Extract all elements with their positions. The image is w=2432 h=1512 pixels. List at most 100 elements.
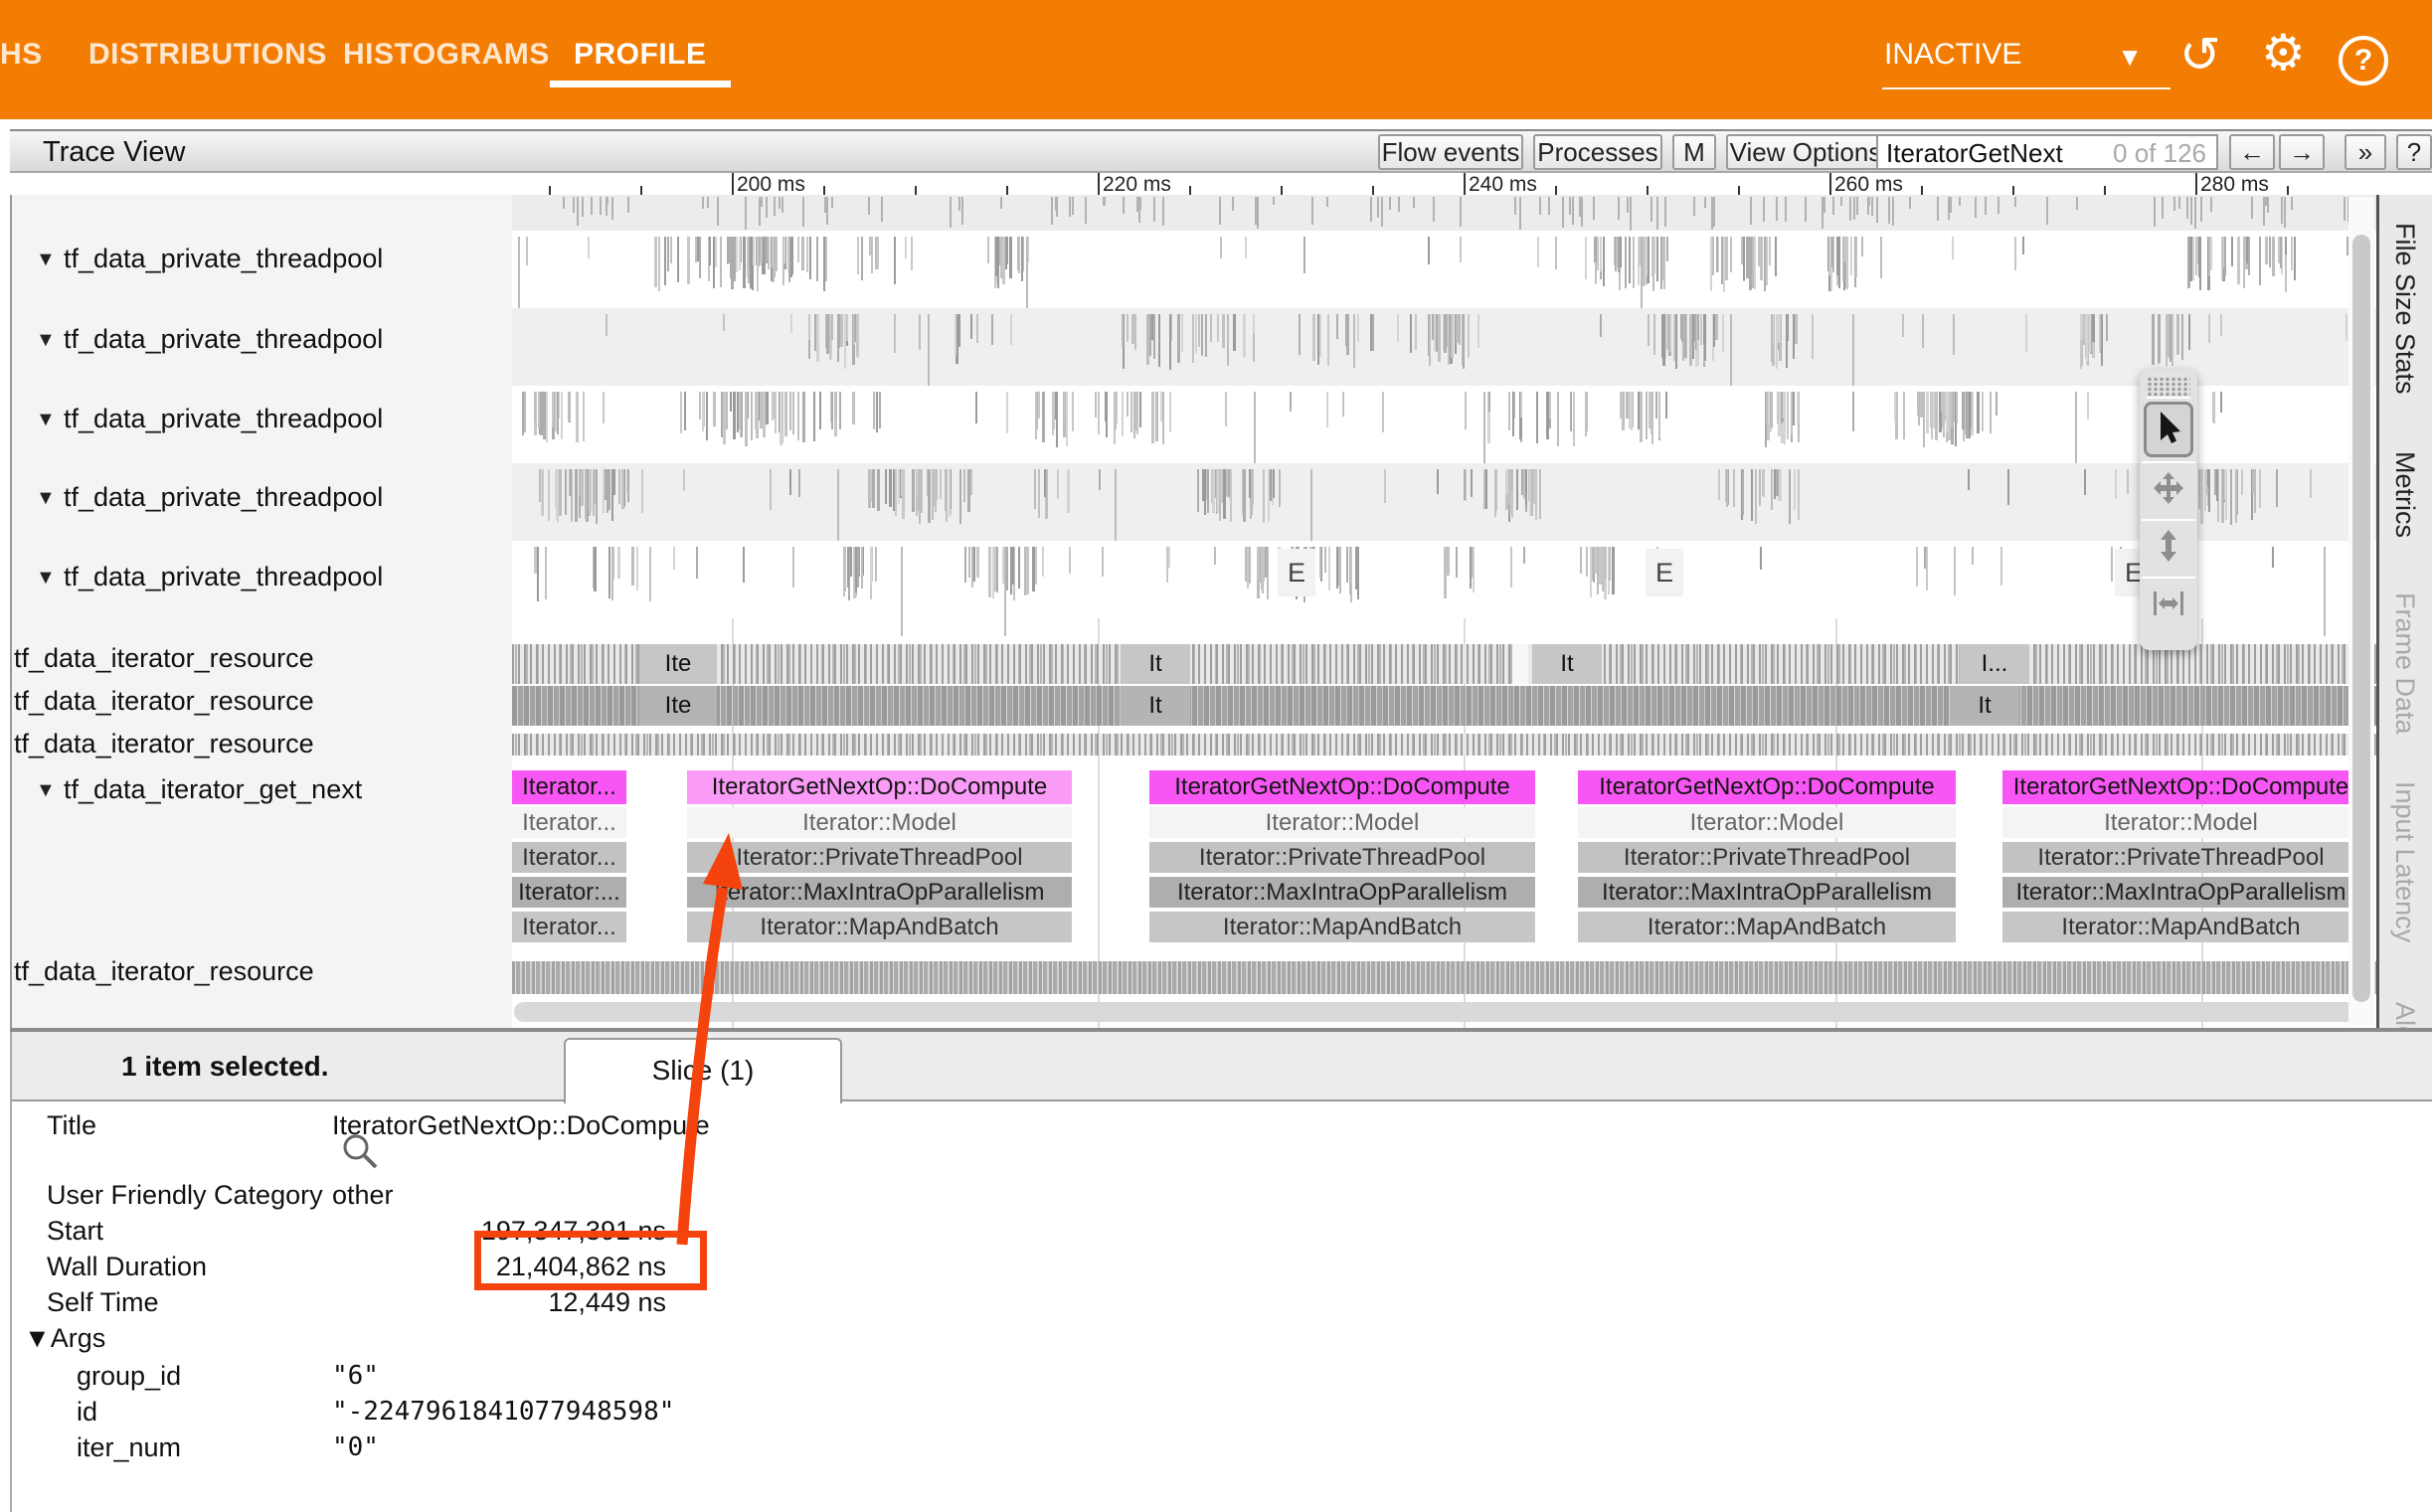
slice-model[interactable]: Iterator::Model [1578, 807, 1956, 838]
expander-triangle-icon[interactable]: ▼ [36, 567, 56, 589]
slice-do-compute[interactable]: IteratorGetNextOp::DoCompute [2002, 770, 2359, 804]
track-label-tf_data_private_threadpool[interactable]: tf_data_private_threadpool [64, 324, 383, 355]
iterator-resource-row[interactable] [512, 686, 2376, 726]
resource-slice-label[interactable]: I... [1960, 644, 2029, 684]
resource-slice-label[interactable]: It [1950, 686, 2019, 726]
slice-model[interactable]: Iterator::Model [687, 807, 1072, 838]
detail-value-self-time: 12,449 ns [332, 1287, 666, 1318]
expander-triangle-icon[interactable]: ▼ [36, 779, 56, 802]
more-button[interactable]: » [2345, 134, 2386, 170]
args-toggle[interactable]: ▼Args [24, 1323, 105, 1354]
palette-drag-handle[interactable] [2147, 377, 2190, 399]
iterator-resource-row[interactable] [512, 734, 2376, 756]
slice-private-thread-pool[interactable]: Iterator::PrivateThreadPool [1149, 842, 1535, 873]
vertical-scrollbar-thumb[interactable] [2352, 235, 2370, 1002]
timing-tool-button[interactable] [2142, 577, 2195, 632]
toolbar-button-view-options[interactable]: View Options [1726, 134, 1885, 170]
slice-max-intra-op[interactable]: Iterator::MaxIntraOpParallelism [1578, 877, 1956, 908]
slice-max-intra-op[interactable]: Iterator::MaxIntraOpParallelism [1149, 877, 1535, 908]
expander-triangle-icon[interactable]: ▼ [36, 329, 56, 352]
slice-private-thread-pool[interactable]: Iterator::PrivateThreadPool [2002, 842, 2359, 873]
vertical-scrollbar[interactable] [2348, 197, 2374, 1026]
trace-event-tick [1429, 314, 1431, 366]
slice-do-compute[interactable]: IteratorGetNextOp::DoCompute [1149, 770, 1535, 804]
track-label-tf_data_iterator_get_next[interactable]: tf_data_iterator_get_next [64, 774, 362, 805]
trace-event-tick [548, 469, 550, 521]
resource-slice-label[interactable]: Ite [639, 686, 717, 726]
run-selector[interactable]: INACTIVE ▼ [1882, 30, 2171, 89]
track-label-tf_data_private_threadpool[interactable]: tf_data_private_threadpool [64, 562, 383, 592]
timeline-canvas[interactable]: EEEIteItItI...IteItItIterator...Iterator… [512, 195, 2376, 1028]
iterator-resource-row[interactable] [512, 644, 2376, 684]
top-tab-histograms[interactable]: HISTOGRAMS [343, 38, 550, 72]
expander-triangle-icon[interactable]: ▼ [36, 487, 56, 510]
prev-match-button[interactable]: ← [2229, 134, 2275, 170]
resource-slice-label[interactable]: It [1121, 686, 1190, 726]
settings-gear-icon[interactable]: ⚙ [2255, 22, 2312, 84]
slice-map-and-batch[interactable]: Iterator... [512, 912, 626, 942]
resource-slice-label[interactable]: It [1121, 644, 1190, 684]
iterator-resource-row[interactable] [512, 961, 2376, 994]
track-label-tf_data_private_threadpool[interactable]: tf_data_private_threadpool [64, 244, 383, 274]
top-tab-hs[interactable]: HS [0, 38, 43, 72]
track-label-tf_data_private_threadpool[interactable]: tf_data_private_threadpool [64, 404, 383, 434]
resource-slice-label[interactable]: Ite [639, 644, 717, 684]
toolbar-button-m[interactable]: M [1672, 134, 1716, 170]
trace-event-tick [1573, 392, 1575, 446]
trace-event-tick [1217, 314, 1219, 342]
trace-event-tick [1603, 237, 1605, 286]
slice-map-and-batch[interactable]: Iterator::MapAndBatch [1578, 912, 1956, 942]
event-marker-e[interactable]: E [1646, 549, 1683, 596]
slice-do-compute[interactable]: IteratorGetNextOp::DoCompute [1578, 770, 1956, 804]
trace-event-tick [2345, 314, 2347, 341]
toolbar-button-flow-events[interactable]: Flow events [1378, 134, 1523, 170]
event-marker-e[interactable]: E [1278, 549, 1315, 596]
trace-event-tick [1590, 547, 1592, 597]
slice-model[interactable]: Iterator::Model [1149, 807, 1535, 838]
expander-triangle-icon[interactable]: ▼ [36, 249, 56, 271]
slice-private-thread-pool[interactable]: Iterator::PrivateThreadPool [1578, 842, 1956, 873]
slice-model[interactable]: Iterator::Model [2002, 807, 2359, 838]
trace-event-tick [813, 392, 815, 441]
slice-do-compute[interactable]: IteratorGetNextOp::DoCompute [687, 770, 1072, 804]
horizontal-scrollbar-thumb[interactable] [514, 1002, 2371, 1022]
slice-max-intra-op[interactable]: Iterator::MaxIntraOpParallelism [2002, 877, 2359, 908]
help-icon[interactable]: ? [2339, 36, 2388, 85]
track-label-tf_data_iterator_resource[interactable]: tf_data_iterator_resource [14, 686, 314, 717]
track-label-tf_data_iterator_resource[interactable]: tf_data_iterator_resource [14, 643, 314, 674]
side-tab-input-latency[interactable]: Input Latency [2389, 781, 2420, 942]
track-label-tf_data_private_threadpool[interactable]: tf_data_private_threadpool [64, 482, 383, 513]
track-label-tf_data_iterator_resource[interactable]: tf_data_iterator_resource [14, 956, 314, 987]
toolbar-button-processes[interactable]: Processes [1533, 134, 1662, 170]
select-tool-button[interactable] [2144, 402, 2193, 457]
expander-triangle-icon[interactable]: ▼ [36, 409, 56, 431]
side-tab-metrics[interactable]: Metrics [2389, 451, 2420, 538]
help-button[interactable]: ? [2396, 134, 2432, 170]
resource-slice-label[interactable]: It [1532, 644, 1602, 684]
slice-max-intra-op[interactable]: Iterator::MaxIntraOpParallelism [687, 877, 1072, 908]
trace-event-tick [1996, 392, 1998, 416]
slice-map-and-batch[interactable]: Iterator::MapAndBatch [687, 912, 1072, 942]
tab-slice[interactable]: Slice (1) [564, 1038, 842, 1103]
side-tab-file-size-stats[interactable]: File Size Stats [2389, 223, 2420, 395]
trace-event-tick [1930, 392, 1932, 427]
slice-map-and-batch[interactable]: Iterator::MapAndBatch [2002, 912, 2359, 942]
zoom-tool-button[interactable] [2142, 519, 2195, 575]
next-match-button[interactable]: → [2279, 134, 2325, 170]
axis-tick [1738, 186, 1740, 195]
pan-tool-button[interactable] [2142, 461, 2195, 517]
slice-model[interactable]: Iterator... [512, 807, 626, 838]
magnifier-icon[interactable] [340, 1131, 384, 1175]
slice-private-thread-pool[interactable]: Iterator... [512, 842, 626, 873]
side-tab-frame-data[interactable]: Frame Data [2389, 592, 2420, 735]
slice-private-thread-pool[interactable]: Iterator::PrivateThreadPool [687, 842, 1072, 873]
top-tab-distributions[interactable]: DISTRIBUTIONS [88, 38, 327, 72]
axis-tick [1098, 173, 1100, 195]
top-tab-profile[interactable]: PROFILE [574, 38, 707, 72]
slice-map-and-batch[interactable]: Iterator::MapAndBatch [1149, 912, 1535, 942]
slice-max-intra-op[interactable]: Iterator:... [512, 877, 626, 908]
track-label-tf_data_iterator_resource[interactable]: tf_data_iterator_resource [14, 729, 314, 759]
trace-search-input[interactable]: IteratorGetNext 0 of 126 [1876, 134, 2218, 170]
refresh-icon[interactable]: ↺ [2173, 24, 2227, 85]
slice-do-compute[interactable]: Iterator... [512, 770, 626, 804]
